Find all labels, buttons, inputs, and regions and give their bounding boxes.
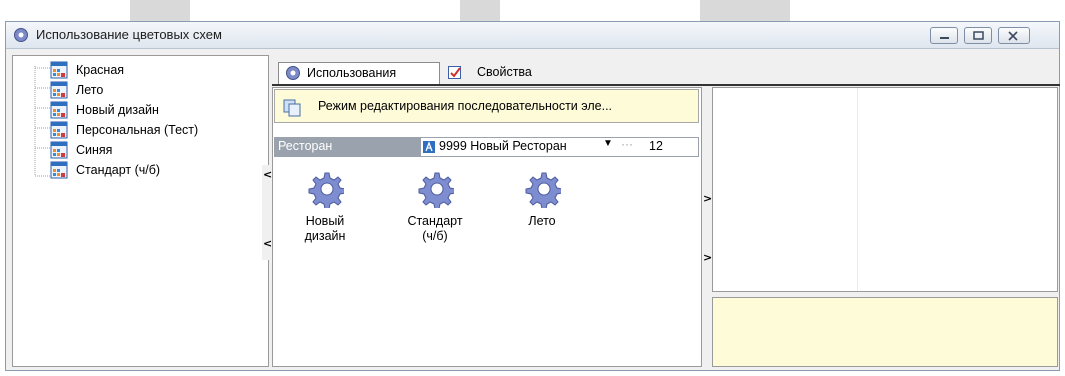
properties-icon (448, 66, 461, 79)
expand-right-arrow[interactable]: > (703, 192, 712, 205)
close-icon (1008, 31, 1018, 41)
expand-right-arrow[interactable]: > (703, 251, 712, 264)
restaurant-count: 12 (649, 139, 663, 153)
banner-text: Режим редактирования последовательности … (318, 99, 613, 113)
tab-properties-label: Свойства (477, 65, 532, 79)
restaurant-icon (423, 141, 435, 153)
tab-usages[interactable]: Использования (278, 62, 440, 84)
edit-mode-banner: Режим редактирования последовательности … (274, 89, 699, 123)
color-scheme-icon (50, 161, 68, 179)
color-scheme-icon (50, 81, 68, 99)
restaurant-filter: Ресторан 9999 Новый Ресторан ▼ ··· 12 (274, 137, 699, 157)
usage-label-line1: Новый (305, 214, 345, 228)
filter-label: Ресторан (278, 139, 333, 153)
usage-item[interactable]: Лето (499, 170, 585, 229)
window-title: Использование цветовых схем (36, 27, 222, 42)
tree-item[interactable]: Красная (76, 62, 124, 78)
maximize-button[interactable] (964, 27, 992, 44)
restaurant-select[interactable]: 9999 Новый Ресторан ▼ ··· 12 (421, 137, 698, 156)
usage-label-line1: Лето (528, 214, 556, 228)
tab-usages-label: Использования (307, 66, 397, 80)
color-scheme-icon (50, 141, 68, 159)
color-scheme-icon (50, 101, 68, 119)
copy-icon (283, 99, 301, 117)
collapse-left-arrow[interactable]: < (263, 237, 272, 250)
usage-item[interactable]: Стандарт (ч/б) (392, 170, 478, 244)
tree-item[interactable]: Стандарт (ч/б) (76, 162, 160, 178)
close-button[interactable] (998, 27, 1030, 44)
chevron-down-icon[interactable]: ▼ (603, 138, 613, 149)
tree-item[interactable]: Персональная (Тест) (76, 122, 198, 138)
usage-label-line2: дизайн (304, 229, 346, 243)
background-shape (130, 0, 190, 22)
tree-item[interactable]: Лето (76, 82, 103, 98)
preview-divider (857, 88, 858, 291)
color-scheme-icon (50, 121, 68, 139)
note-pane (712, 297, 1058, 367)
tree-item[interactable]: Синяя (76, 142, 112, 158)
gear-icon (286, 66, 300, 80)
tab-strip-line (272, 84, 1060, 86)
gear-icon (308, 172, 344, 208)
gear-icon (13, 27, 29, 46)
collapse-left-arrow[interactable]: < (263, 168, 272, 181)
minimize-icon (940, 37, 949, 39)
color-scheme-icon (50, 61, 68, 79)
background-shape (460, 0, 500, 22)
restaurant-value: 9999 Новый Ресторан (439, 139, 567, 153)
ellipsis-icon[interactable]: ··· (621, 137, 633, 151)
title-bar: Использование цветовых схем (6, 22, 1059, 49)
gear-icon (418, 172, 454, 208)
background-shape (700, 0, 790, 22)
maximize-icon (973, 31, 984, 40)
usage-label-line1: Стандарт (407, 214, 463, 228)
minimize-button[interactable] (930, 27, 958, 44)
tree-item[interactable]: Новый дизайн (76, 102, 159, 118)
preview-pane (712, 87, 1058, 292)
tab-properties[interactable]: Свойства (443, 62, 563, 84)
usage-item[interactable]: Новый дизайн (282, 170, 368, 244)
gear-icon (525, 172, 561, 208)
usage-label-line2: (ч/б) (422, 229, 448, 243)
